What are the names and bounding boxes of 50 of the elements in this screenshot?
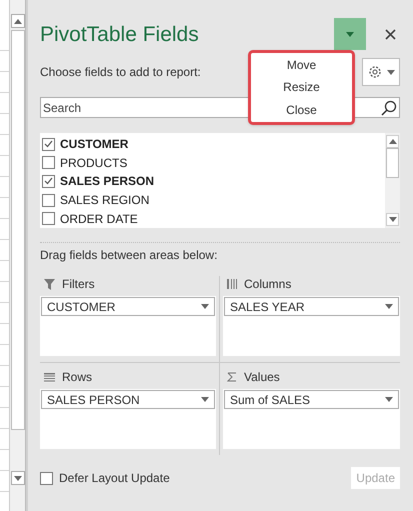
menu-item[interactable]: Move [286,54,316,76]
caret-icon [385,397,393,402]
area-field-dropdown[interactable]: CUSTOMER [41,297,215,316]
area-title: Filters [62,276,95,293]
field-name[interactable]: PRODUCTS [60,154,128,172]
gear-icon [368,65,382,79]
area-field-dropdown[interactable]: SALES YEAR [224,297,399,316]
area-title: Columns [244,276,292,293]
sigma-icon [227,372,237,382]
close-icon[interactable] [384,28,396,40]
menu-item[interactable]: Resize [283,76,320,99]
rows-icon [44,372,55,382]
field-name[interactable]: CUSTOMER [60,135,128,154]
defer-label: Defer Layout Update [59,470,171,487]
scrollbar[interactable] [10,0,26,511]
caret-icon [201,397,209,402]
field-checkbox[interactable] [42,156,55,170]
menu-item[interactable]: Close [286,98,317,121]
caret-icon [346,32,354,36]
scroll-thumb[interactable] [386,148,399,178]
search-icon [381,100,397,116]
columns-icon [227,279,237,289]
caret-icon [385,304,393,309]
up-arrow-icon [14,18,22,24]
field-checkbox[interactable] [42,212,55,226]
caret-icon [201,304,209,309]
field-checkbox[interactable] [42,174,55,188]
field-checkbox[interactable] [42,138,55,151]
down-arrow-icon [14,476,22,480]
field-name[interactable]: SALES PERSON [60,172,154,190]
panel-title: PivotTable Fields [40,24,200,44]
caret-icon [387,70,395,74]
up-arrow-icon [388,139,396,144]
field-name[interactable]: ORDER DATE [60,210,138,228]
field-name[interactable]: SALES REGION [60,191,150,210]
area-title: Values [244,369,280,386]
scroll-thumb[interactable] [10,30,24,430]
area-title: Rows [62,369,92,386]
area-field-dropdown[interactable]: SALES PERSON [41,390,215,409]
areas-hint: Drag fields between areas below: [40,247,218,264]
filter-icon [44,278,55,290]
scroll-down-button[interactable] [10,471,24,485]
defer-checkbox[interactable] [40,472,53,484]
list-scrollbar[interactable] [385,133,400,228]
area-field-dropdown[interactable]: Sum of SALES [224,390,399,409]
choose-fields-label: Choose fields to add to report: [40,64,201,81]
down-arrow-icon [388,217,396,222]
scroll-up-button[interactable] [10,14,24,28]
field-checkbox[interactable] [42,194,55,207]
tools-dropdown[interactable] [362,58,400,86]
